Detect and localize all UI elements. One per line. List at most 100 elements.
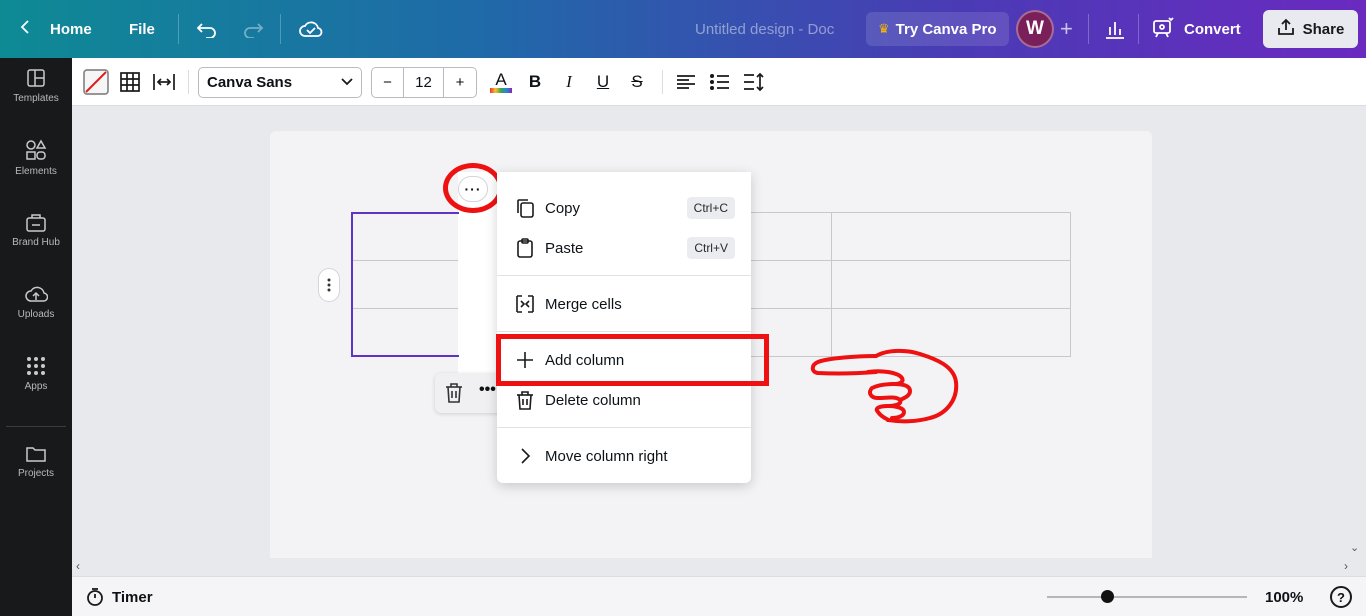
cell-color-button[interactable] xyxy=(82,68,110,96)
home-label: Home xyxy=(50,20,92,38)
zoom-slider-handle[interactable] xyxy=(1101,590,1114,603)
sidebar-item-label: Uploads xyxy=(17,309,55,320)
plus-icon: + xyxy=(1060,16,1073,41)
text-color-button[interactable]: A xyxy=(488,68,514,96)
menu-item-move-column-right[interactable]: Move column right xyxy=(497,436,751,476)
menu-divider xyxy=(497,427,751,428)
italic-button[interactable]: I xyxy=(558,68,580,96)
list-button[interactable] xyxy=(708,68,732,96)
vertical-dots-icon xyxy=(327,278,331,292)
table-border-button[interactable] xyxy=(118,68,142,96)
sidebar-item-uploads[interactable]: Uploads xyxy=(0,267,72,337)
insights-button[interactable] xyxy=(1104,0,1126,58)
menu-item-copy[interactable]: Copy Ctrl+C xyxy=(497,188,751,228)
bar-chart-icon xyxy=(1106,22,1124,39)
menu-divider xyxy=(497,331,751,332)
uploads-icon xyxy=(25,286,48,302)
menu-item-delete-column[interactable]: Delete column xyxy=(497,380,751,420)
table-grid-icon xyxy=(120,72,140,92)
avatar[interactable]: W xyxy=(1016,10,1054,48)
scroll-down-icon[interactable]: ⌄ xyxy=(1350,541,1359,554)
convert-label: Convert xyxy=(1184,20,1241,38)
file-menu-button[interactable]: File xyxy=(129,0,155,58)
trash-icon xyxy=(515,390,535,410)
menu-item-label: Move column right xyxy=(545,447,668,465)
top-bar: Home File Untitled design - Doc ♛ Try Ca… xyxy=(0,0,1366,58)
sidebar-item-apps[interactable]: Apps xyxy=(0,339,72,409)
convert-button[interactable]: Convert xyxy=(1152,0,1241,58)
clipboard-icon xyxy=(515,238,535,258)
zoom-slider[interactable] xyxy=(1047,590,1247,603)
menu-item-paste[interactable]: Paste Ctrl+V xyxy=(497,228,751,268)
spacing-button[interactable] xyxy=(742,68,766,96)
table-cell[interactable] xyxy=(831,212,1071,261)
font-size-input[interactable]: 12 xyxy=(404,68,444,97)
selected-column-outline xyxy=(351,212,459,357)
merge-cells-icon xyxy=(515,294,535,314)
cell-spacing-icon xyxy=(153,74,175,90)
scroll-right-icon[interactable]: › xyxy=(1344,559,1348,573)
table-cell[interactable] xyxy=(831,260,1071,309)
share-label: Share xyxy=(1302,20,1345,38)
horizontal-scrollbar[interactable]: ‹ › xyxy=(72,558,1366,575)
sidebar-item-label: Projects xyxy=(17,468,55,479)
sidebar-item-label: Templates xyxy=(13,93,59,104)
help-button[interactable]: ? xyxy=(1330,586,1352,608)
underline-button[interactable]: U xyxy=(592,68,614,96)
scroll-left-icon[interactable]: ‹ xyxy=(76,559,80,573)
row-options-handle[interactable] xyxy=(318,268,340,302)
file-label: File xyxy=(129,20,155,38)
sidebar-item-label: Brand Hub xyxy=(12,237,60,248)
sidebar-item-brand-hub[interactable]: Brand Hub xyxy=(0,195,72,265)
column-mini-toolbar: ••• xyxy=(435,373,505,413)
text-toolbar: Canva Sans − 12 + A B I U S xyxy=(72,58,1366,106)
menu-item-label: Copy xyxy=(545,199,581,217)
line-spacing-icon xyxy=(744,72,764,92)
menu-item-label: Delete column xyxy=(545,391,641,409)
zoom-percentage[interactable]: 100% xyxy=(1265,577,1303,616)
more-dots-icon[interactable]: ••• xyxy=(479,381,496,399)
redo-button[interactable] xyxy=(242,0,264,58)
undo-button[interactable] xyxy=(196,0,218,58)
undo-icon xyxy=(196,23,216,38)
trash-icon[interactable] xyxy=(445,383,463,408)
add-member-button[interactable]: + xyxy=(1060,0,1073,58)
decrease-font-size-button[interactable]: − xyxy=(372,68,404,97)
topbar-divider xyxy=(280,14,281,44)
increase-font-size-button[interactable]: + xyxy=(444,68,476,97)
sidebar-item-projects[interactable]: Projects xyxy=(0,427,72,497)
align-button[interactable] xyxy=(674,68,698,96)
sidebar-item-templates[interactable]: Templates xyxy=(0,51,72,121)
chevron-right-icon xyxy=(515,446,535,466)
timer-button[interactable]: Timer xyxy=(86,577,153,616)
sidebar-item-elements[interactable]: Elements xyxy=(0,123,72,193)
timer-label: Timer xyxy=(112,588,153,606)
font-family-select[interactable]: Canva Sans xyxy=(198,67,362,98)
align-left-icon xyxy=(677,75,695,89)
strikethrough-button[interactable]: S xyxy=(626,68,648,96)
toolbar-divider xyxy=(188,70,189,94)
cell-spacing-button[interactable] xyxy=(152,68,176,96)
redo-icon xyxy=(244,23,264,38)
home-button[interactable]: Home xyxy=(20,0,92,58)
cloud-save-button[interactable] xyxy=(299,0,323,58)
shortcut-badge: Ctrl+V xyxy=(687,237,735,259)
convert-icon xyxy=(1152,16,1174,42)
bold-button[interactable]: B xyxy=(524,68,546,96)
pointing-hand-icon xyxy=(810,348,959,424)
timer-icon xyxy=(87,588,103,606)
menu-item-merge-cells[interactable]: Merge cells xyxy=(497,284,751,324)
try-pro-label: Try Canva Pro xyxy=(895,20,997,38)
toolbar-divider xyxy=(662,70,663,94)
highlight-circle xyxy=(443,163,503,213)
highlight-rectangle xyxy=(496,334,769,386)
menu-divider xyxy=(497,275,751,276)
text-color-icon: A xyxy=(495,70,507,89)
try-pro-button[interactable]: ♛ Try Canva Pro xyxy=(866,12,1009,46)
doc-title[interactable]: Untitled design - Doc xyxy=(695,0,834,58)
font-family-value: Canva Sans xyxy=(207,74,293,91)
share-icon xyxy=(1277,18,1295,40)
share-button[interactable]: Share xyxy=(1263,10,1358,48)
projects-icon xyxy=(26,447,46,462)
bullet-list-icon xyxy=(710,74,729,90)
